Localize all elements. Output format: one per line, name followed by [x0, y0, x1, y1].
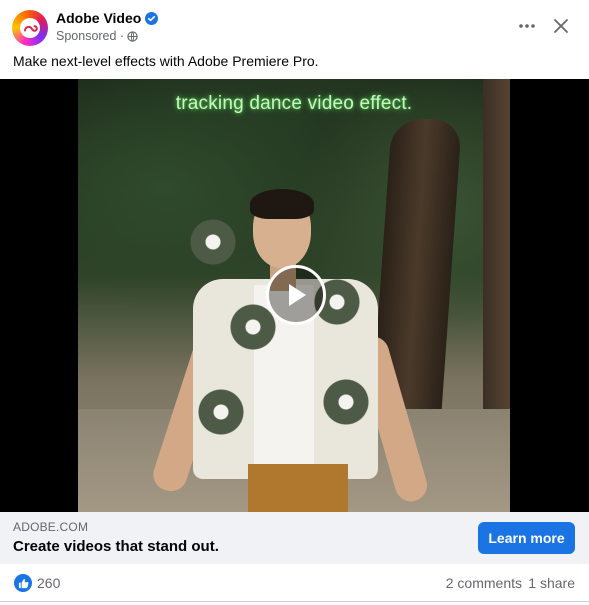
play-icon — [289, 284, 306, 306]
page-avatar[interactable] — [12, 10, 48, 46]
sponsored-label[interactable]: Sponsored · — [56, 29, 124, 43]
like-icon — [18, 578, 28, 588]
more-options-button[interactable] — [513, 12, 541, 40]
page-name-text[interactable]: Adobe Video — [56, 10, 141, 26]
post-header: Adobe Video Sponsored · — [0, 0, 589, 52]
dancer-pants — [248, 464, 348, 512]
sponsored-meta: Sponsored · — [56, 29, 138, 43]
learn-more-button[interactable]: Learn more — [478, 522, 575, 554]
play-button[interactable] — [266, 265, 326, 325]
close-icon — [554, 19, 568, 33]
engagement-stats: 260 2 comments 1 share — [0, 564, 589, 602]
more-options-icon — [519, 24, 535, 28]
globe-icon[interactable] — [127, 30, 138, 42]
shirt-flower — [230, 304, 276, 350]
close-button[interactable] — [547, 12, 575, 40]
post-caption: Make next-level effects with Adobe Premi… — [13, 53, 319, 69]
shirt-flower — [323, 379, 369, 425]
video-overlay-text: tracking dance video effect. — [175, 93, 413, 114]
verified-badge-icon — [145, 11, 159, 25]
tree-trunk-right — [483, 79, 510, 409]
shirt-flower — [190, 219, 236, 265]
page-name[interactable]: Adobe Video — [56, 10, 159, 26]
link-domain[interactable]: ADOBE.COM — [13, 520, 88, 534]
video-player[interactable]: tracking dance video effect. — [0, 79, 589, 512]
link-title[interactable]: Create videos that stand out. — [13, 538, 219, 555]
like-count[interactable]: 260 — [37, 575, 60, 591]
dancer-hair — [250, 189, 314, 219]
like-reaction-badge[interactable] — [14, 574, 32, 592]
shirt-flower — [198, 389, 244, 435]
link-preview[interactable]: ADOBE.COM Create videos that stand out. … — [0, 512, 589, 564]
comments-count[interactable]: 2 comments — [446, 575, 522, 591]
adobe-creative-cloud-logo — [20, 18, 40, 38]
shares-count[interactable]: 1 share — [528, 575, 575, 591]
